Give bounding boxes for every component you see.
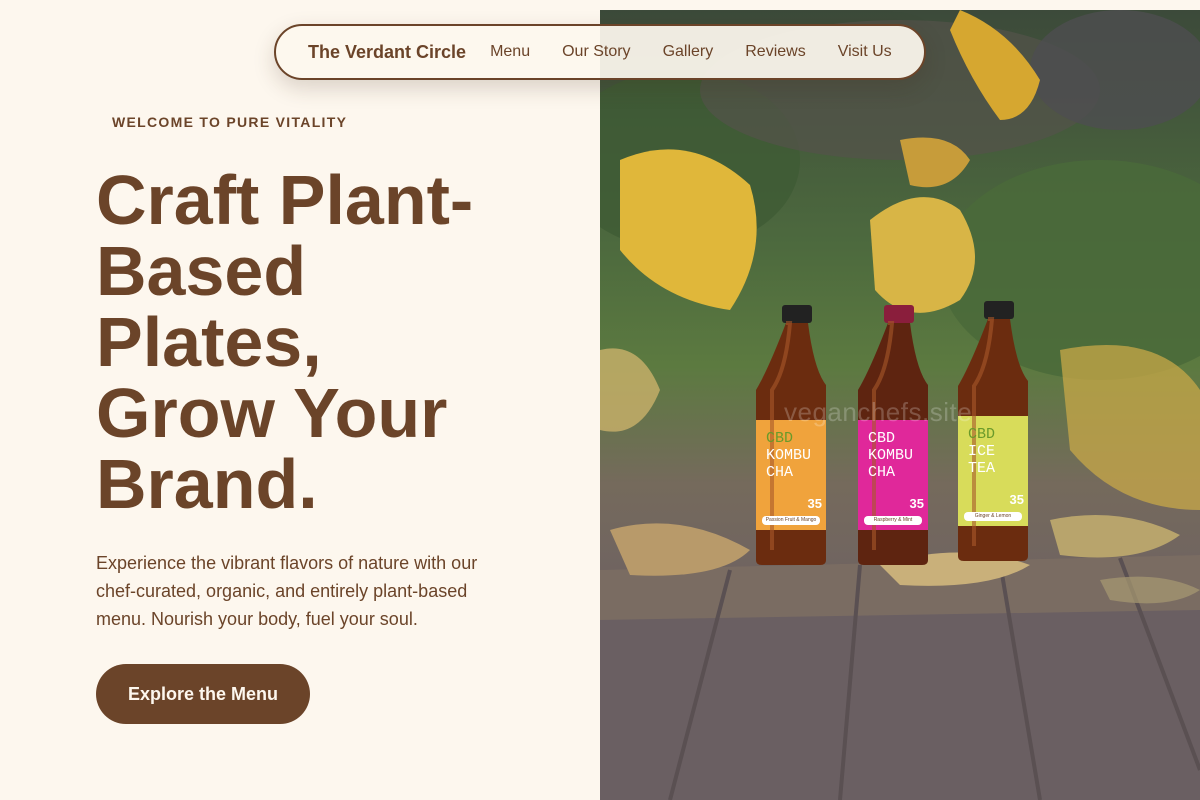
explore-menu-button[interactable]: Explore the Menu bbox=[96, 664, 310, 724]
bottle-3-dose: 35 bbox=[1009, 492, 1024, 507]
nav-link-gallery[interactable]: Gallery bbox=[663, 43, 714, 61]
bottle-1-line2: KOMBU bbox=[766, 447, 812, 464]
bottle-3-line1: CBD bbox=[968, 426, 996, 443]
headline-line: Brand. bbox=[96, 445, 318, 523]
bottle-3-line3: TEA bbox=[968, 460, 996, 477]
headline-line: Grow Your bbox=[96, 374, 448, 452]
hero-headline: Craft Plant- Based Plates, Grow Your Bra… bbox=[96, 165, 576, 520]
bottle-3-flavor: Ginger & Lemon bbox=[964, 512, 1022, 521]
nav-link-our-story[interactable]: Our Story bbox=[562, 43, 630, 61]
bottle-2-line1: CBD bbox=[868, 430, 896, 447]
bottle-1-dose: 35 bbox=[807, 496, 822, 511]
watermark: veganchefs.site bbox=[784, 397, 973, 427]
bottle-3-line2: ICE bbox=[968, 443, 996, 460]
headline-line: Craft Plant- bbox=[96, 161, 474, 239]
headline-line: Plates, bbox=[96, 303, 322, 381]
hero-photo: CBD KOMBU CHA 35 Passion Fruit & Mango C… bbox=[600, 10, 1200, 800]
bottle-2-dose: 35 bbox=[909, 496, 924, 511]
hero-description: Experience the vibrant flavors of nature… bbox=[96, 553, 478, 629]
bottle-1-line1: CBD bbox=[766, 430, 794, 447]
nav-link-visit-us[interactable]: Visit Us bbox=[838, 43, 892, 61]
nav-link-menu[interactable]: Menu bbox=[490, 43, 530, 61]
landing-page: CBD KOMBU CHA 35 Passion Fruit & Mango C… bbox=[0, 0, 1200, 800]
bottle-2-line3: CHA bbox=[868, 464, 896, 481]
bottle-1-flavor: Passion Fruit & Mango bbox=[762, 516, 820, 525]
headline-line: Based bbox=[96, 232, 307, 310]
brand-logo[interactable]: The Verdant Circle bbox=[308, 42, 466, 63]
nav-link-reviews[interactable]: Reviews bbox=[745, 43, 805, 61]
bottle-1-line3: CHA bbox=[766, 464, 794, 481]
bottle-2-flavor: Raspberry & Mint bbox=[864, 516, 922, 525]
hero-eyebrow: WELCOME TO PURE VITALITY bbox=[112, 114, 348, 130]
main-nav: The Verdant Circle Menu Our Story Galler… bbox=[274, 24, 926, 80]
bottle-2-line2: KOMBU bbox=[868, 447, 914, 464]
